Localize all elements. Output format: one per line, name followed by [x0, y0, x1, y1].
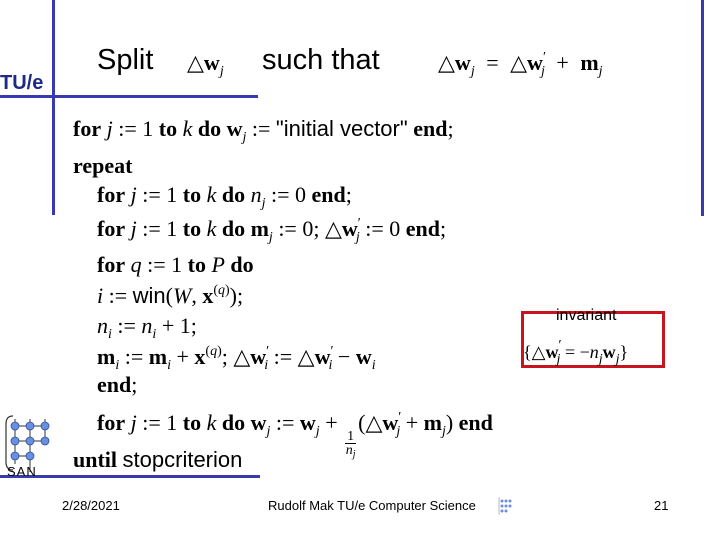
- keyword-for: for: [73, 116, 102, 141]
- invariant-label: invariant: [556, 307, 617, 324]
- keyword-for: for: [97, 182, 126, 207]
- stopcriterion-text: stopcriterion: [122, 447, 243, 472]
- keyword-to: to: [182, 410, 202, 435]
- initial-vector-text: "initial vector": [275, 116, 408, 141]
- algo-line-8: mi := mi + x(q); △w′i := △w′i − wi: [97, 344, 376, 373]
- keyword-end: end: [311, 182, 346, 207]
- footer-page-number: 21: [654, 498, 669, 513]
- delta-symbol: △: [510, 50, 528, 75]
- keyword-for: for: [97, 410, 126, 435]
- keyword-do: do: [197, 116, 222, 141]
- keyword-end: end: [458, 410, 493, 435]
- footer-date: 2/28/2021: [62, 498, 120, 513]
- keyword-to: to: [158, 116, 178, 141]
- m-symbol: m: [580, 50, 599, 75]
- algo-line-repeat: repeat: [73, 153, 133, 178]
- subscript-j: j: [541, 64, 545, 79]
- tue-logo: TU/e: [0, 72, 44, 94]
- algo-line-4: for j := 1 to k do mj := 0; △w′j := 0 en…: [97, 216, 447, 245]
- slide-title-word-split: Split: [97, 44, 154, 76]
- keyword-do: do: [221, 410, 246, 435]
- prime: ′: [542, 50, 546, 65]
- algo-line-5: for q := 1 to P do: [97, 252, 254, 277]
- keyword-to: to: [182, 182, 202, 207]
- keyword-for: for: [97, 252, 126, 277]
- keyword-end: end: [405, 216, 440, 241]
- top-left-vertical-rule: [52, 0, 55, 215]
- subscript-j: j: [470, 64, 475, 79]
- footer-san-logo: [497, 497, 515, 526]
- title-equation: △wj = △w′j + mj: [438, 50, 603, 80]
- keyword-for: for: [97, 216, 126, 241]
- keyword-do: do: [221, 216, 246, 241]
- algo-line-until: until stopcriterion: [73, 447, 242, 473]
- delta-symbol: △: [438, 50, 455, 75]
- w-symbol: w: [203, 50, 220, 75]
- slide-title-such-that: such that: [262, 44, 380, 76]
- keyword-do: do: [221, 182, 246, 207]
- delta-symbol: △: [187, 50, 204, 75]
- algo-line-1: for j := 1 to k do wj := "initial vector…: [73, 116, 454, 145]
- network-grid-icon-small: [498, 497, 512, 515]
- invariant-formula: {△w′j = −njwj}: [523, 338, 629, 367]
- keyword-to: to: [187, 252, 206, 277]
- keyword-end: end: [413, 116, 448, 141]
- algo-line-3: for j := 1 to k do nj := 0 end;: [97, 182, 352, 211]
- keyword-do: do: [230, 252, 254, 277]
- subscript-j: j: [219, 64, 224, 79]
- plus-sign: +: [556, 50, 569, 75]
- san-logo-text: SAN: [7, 464, 37, 479]
- fraction: 1 nj: [345, 429, 357, 460]
- keyword-end: end: [97, 372, 132, 397]
- w-symbol: w: [454, 50, 471, 75]
- subscript-j: j: [598, 64, 603, 79]
- footer-author: Rudolf Mak TU/e Computer Science: [268, 498, 476, 513]
- algo-line-7: ni := ni + 1;: [97, 313, 197, 342]
- keyword-until: until: [73, 447, 118, 472]
- algo-line-end: end;: [97, 372, 138, 397]
- win-function: win: [132, 283, 166, 308]
- top-horizontal-rule: [0, 95, 258, 98]
- right-vertical-rule: [701, 0, 704, 216]
- algo-line-6: i := win(W, x(q));: [97, 283, 244, 308]
- keyword-to: to: [182, 216, 202, 241]
- title-math-delta-wj: Δw_j △wj: [187, 50, 224, 80]
- equals-sign: =: [486, 50, 499, 75]
